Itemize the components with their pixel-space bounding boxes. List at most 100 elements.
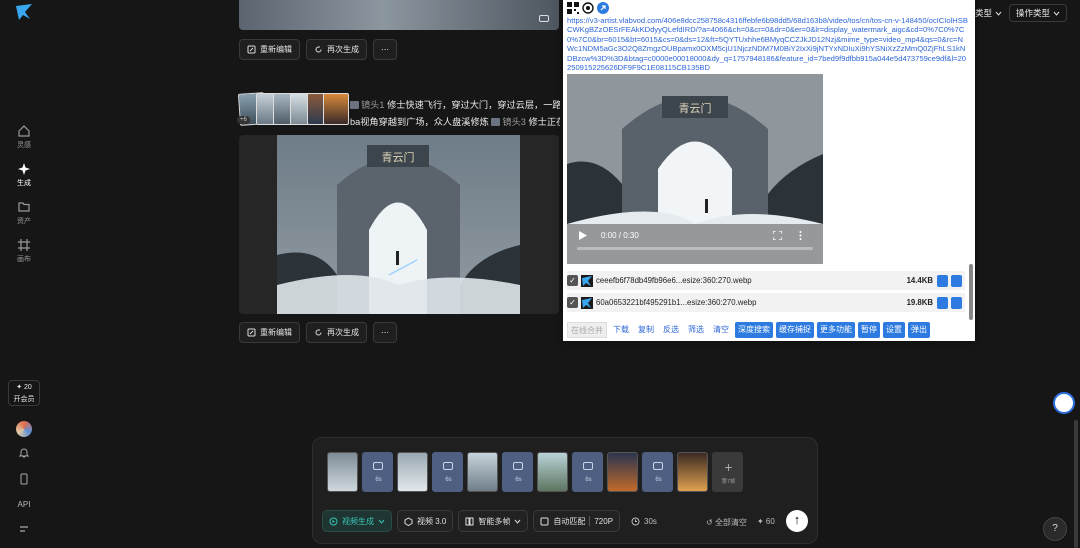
op-type-filter-label: 操作类型 (1016, 8, 1051, 18)
clear-all-button[interactable]: ↺ 全部清空 (706, 517, 747, 528)
generated-video-card[interactable]: 青云门 (239, 135, 559, 314)
filter-button[interactable]: 筛选 (685, 322, 707, 338)
popout-button[interactable]: 弹出 (908, 322, 930, 338)
keyframe-gap[interactable]: 6s (572, 452, 603, 492)
copy-icon[interactable] (937, 296, 948, 309)
rail-item-assets[interactable]: 资产 (0, 200, 48, 226)
keyframe-gap[interactable]: 6s (642, 452, 673, 492)
more-button[interactable]: ⋯ (373, 322, 397, 343)
keyframe-thumb[interactable] (537, 452, 568, 492)
popup-video-player[interactable]: 青云门 0:00 / 0:30 (567, 74, 823, 264)
prompt-line: 修士正在 (528, 117, 560, 127)
rail-item-inspiration[interactable]: 灵感 (0, 124, 48, 150)
file-checkbox[interactable]: ✓ (567, 275, 578, 286)
duration-select[interactable]: 30s (625, 510, 663, 532)
item-actions-top: 重新编辑 再次生成 ⋯ (239, 39, 397, 60)
copy-button[interactable]: 复制 (635, 322, 657, 338)
settings-button[interactable]: 设置 (883, 322, 905, 338)
send-button[interactable]: ↑ (786, 510, 808, 532)
download-button[interactable]: 下载 (610, 322, 632, 338)
floating-assistant-icon[interactable] (1053, 392, 1075, 414)
type-filter-dropdown[interactable]: 类型 (975, 4, 1002, 22)
cache-capture-button[interactable]: 缓存捕捉 (776, 322, 814, 338)
qr-code-icon[interactable] (567, 2, 579, 14)
vip-button[interactable]: ✦ 20 开会员 (8, 380, 40, 406)
more-features-button[interactable]: 更多功能 (817, 322, 855, 338)
frames-icon (465, 517, 474, 525)
rail-item-generate[interactable]: 生成 (0, 162, 48, 188)
add-keyframe-button[interactable]: + 第7帧 (712, 452, 743, 492)
merge-online-button[interactable]: 在线合并 (567, 322, 607, 338)
generated-video-thumbnail-top[interactable] (239, 0, 559, 30)
regenerate-button[interactable]: 再次生成 (306, 322, 367, 343)
keyframe-gap[interactable]: 6s (502, 452, 533, 492)
rail-item-label: 画布 (17, 256, 31, 263)
plus-icon: + (724, 459, 733, 475)
video-url-link[interactable]: https://v3-artist.vlabvod.com/406e8dcc25… (567, 16, 969, 72)
phone-icon[interactable] (18, 473, 30, 485)
play-icon[interactable] (579, 231, 587, 240)
deep-search-button[interactable]: 深度搜索 (735, 322, 773, 338)
copy-icon[interactable] (937, 274, 948, 287)
keyframe-gap[interactable]: 6s (362, 452, 393, 492)
reedit-button[interactable]: 重新编辑 (239, 39, 300, 60)
multiframe-select[interactable]: 智能多帧 (458, 510, 529, 532)
keyframe-thumb[interactable] (607, 452, 638, 492)
kebab-menu-icon[interactable] (799, 231, 802, 240)
video-time: 0:00 / 0:30 (601, 231, 639, 240)
chevron-down-icon (378, 519, 385, 524)
download-icon[interactable] (951, 274, 962, 287)
vip-label: 开会员 (13, 396, 35, 403)
file-checkbox[interactable]: ✓ (567, 297, 578, 308)
resolution-label: 720P (594, 516, 614, 526)
bell-icon[interactable] (18, 447, 30, 459)
target-icon[interactable] (582, 2, 594, 14)
download-icon[interactable] (951, 296, 962, 309)
gap-duration: 6s (585, 477, 592, 483)
pause-button[interactable]: 暂停 (858, 322, 880, 338)
op-type-filter-dropdown[interactable]: 操作类型 (1009, 4, 1068, 22)
mode-select[interactable]: 视频生成 (322, 510, 392, 532)
avatar[interactable] (16, 421, 32, 437)
file-thumb-icon (581, 296, 593, 309)
file-row[interactable]: ✓ 60a0653221bf495291b1...esize:360:270.w… (567, 293, 965, 312)
home-icon (18, 125, 30, 137)
keyframe-thumb[interactable] (327, 452, 358, 492)
fullscreen-icon[interactable] (773, 231, 782, 240)
keyframe-thumb[interactable] (677, 452, 708, 492)
api-link[interactable]: API (0, 500, 48, 509)
help-button[interactable]: ? (1043, 517, 1067, 541)
more-button[interactable]: ⋯ (373, 39, 397, 60)
clear-button[interactable]: 清空 (710, 322, 732, 338)
gap-duration: 6s (655, 477, 662, 483)
keyframe-gap[interactable]: 6s (432, 452, 463, 492)
app-logo-icon[interactable] (14, 2, 34, 22)
page-scrollbar[interactable] (1074, 420, 1078, 548)
camera-icon (350, 101, 359, 109)
open-external-icon[interactable] (597, 2, 609, 14)
vip-credits: ✦ 20 (16, 384, 32, 391)
popup-scrollbar[interactable] (969, 264, 973, 320)
video-controls: 0:00 / 0:30 (567, 224, 823, 264)
file-thumb-icon (581, 274, 593, 287)
model-select[interactable]: 视频 3.0 (397, 510, 454, 532)
camera-icon (373, 462, 383, 470)
model-label: 视频 3.0 (417, 516, 447, 526)
reference-thumbnails[interactable] (237, 92, 349, 127)
reedit-button[interactable]: 重新编辑 (239, 322, 300, 343)
menu-icon[interactable] (18, 523, 30, 535)
keyframe-thumb[interactable] (397, 452, 428, 492)
keyframe-thumb[interactable] (467, 452, 498, 492)
generated-video-preview: 青云门 (277, 135, 520, 314)
camera-icon (491, 118, 501, 126)
file-row[interactable]: ✓ ceeefb6f78db49fb96e6...esize:360:270.w… (567, 271, 965, 290)
regenerate-button[interactable]: 再次生成 (306, 39, 367, 60)
camera-icon (653, 462, 663, 470)
ratio-resolution-select[interactable]: 自动匹配 720P (533, 510, 621, 532)
aspect-ratio-icon (540, 517, 549, 525)
resource-sniffer-popup: https://v3-artist.vlabvod.com/406e8dcc25… (563, 0, 975, 341)
invert-selection-button[interactable]: 反选 (660, 322, 682, 338)
sparkle-icon (18, 163, 30, 175)
video-progress-bar[interactable] (577, 247, 813, 250)
rail-item-canvas[interactable]: 画布 (0, 238, 48, 264)
